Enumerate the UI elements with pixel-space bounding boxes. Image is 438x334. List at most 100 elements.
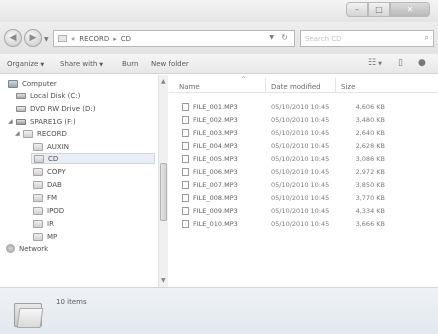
mp3-file-icon <box>182 155 189 163</box>
nav-item-ipod[interactable]: IPOD <box>33 205 64 216</box>
maximize-icon: □ <box>375 5 383 14</box>
file-date: 05/10/2010 10:45 <box>271 103 330 111</box>
file-row[interactable]: FILE_010.MP3 05/10/2010 10:45 3,666 KB <box>169 218 438 229</box>
forward-button[interactable]: ▶ <box>24 29 42 47</box>
preview-pane-icon: ▯ <box>398 58 403 68</box>
minimize-icon: – <box>355 5 359 14</box>
nav-item-label: MP <box>47 232 58 241</box>
help-button[interactable]: ● <box>418 58 426 68</box>
column-header-date[interactable]: Date modified <box>271 83 321 91</box>
nav-scrollbar[interactable]: ▲ ▼ <box>158 75 168 287</box>
nav-item-dab[interactable]: DAB <box>33 179 62 190</box>
address-dropdown-icon[interactable]: ▼ <box>269 34 274 41</box>
nav-item-label: AUXIN <box>47 142 70 151</box>
file-row[interactable]: FILE_001.MP3 05/10/2010 10:45 4,606 KB <box>169 101 438 112</box>
column-header-row: ^ Name Date modified Size <box>169 75 438 93</box>
chevron-down-icon: ▼ <box>44 36 49 43</box>
file-date: 05/10/2010 10:45 <box>271 220 330 228</box>
expand-caret-icon[interactable]: ◢ <box>8 118 13 125</box>
command-bar: Organize ▼ Share with ▼ Burn New folder ☷ ▼… <box>0 54 438 74</box>
file-size: 4,606 KB <box>355 103 385 111</box>
search-input[interactable]: Search CD ⌕ <box>300 30 434 47</box>
file-row[interactable]: FILE_006.MP3 05/10/2010 10:45 2,972 KB <box>169 166 438 177</box>
file-name: FILE_005.MP3 <box>193 155 238 163</box>
burn-button[interactable]: Burn <box>122 60 138 68</box>
title-bar: – □ ✕ <box>0 0 438 22</box>
recent-pages-dropdown[interactable]: ▼ <box>44 36 49 43</box>
nav-item-label: DAB <box>47 180 62 189</box>
scroll-up-icon[interactable]: ▲ <box>161 78 166 85</box>
nav-item-computer[interactable]: Computer <box>8 78 57 89</box>
nav-item-fm[interactable]: FM <box>33 192 57 203</box>
breadcrumb-record[interactable]: RECORD <box>79 35 109 43</box>
file-size: 3,666 KB <box>355 220 385 228</box>
file-row[interactable]: FILE_002.MP3 05/10/2010 10:45 3,480 KB <box>169 114 438 125</box>
organize-button[interactable]: Organize ▼ <box>7 60 44 68</box>
file-row[interactable]: FILE_008.MP3 05/10/2010 10:45 3,770 KB <box>169 192 438 203</box>
file-date: 05/10/2010 10:45 <box>271 168 330 176</box>
nav-item-network[interactable]: Network <box>6 243 48 254</box>
view-options-button[interactable]: ☷ ▼ <box>368 58 382 68</box>
forward-arrow-icon: ▶ <box>29 33 37 43</box>
nav-item-label: RECORD <box>37 129 67 138</box>
details-pane: 10 items <box>0 287 438 334</box>
column-divider[interactable] <box>265 78 266 92</box>
file-size: 3,480 KB <box>355 116 385 124</box>
nav-item-label: Computer <box>22 79 57 88</box>
nav-item-label: IPOD <box>47 206 65 215</box>
nav-item-auxin[interactable]: AUXIN <box>33 141 69 152</box>
file-row[interactable]: FILE_009.MP3 05/10/2010 10:45 4,334 KB <box>169 205 438 216</box>
search-icon[interactable]: ⌕ <box>425 33 429 43</box>
file-size: 3,086 KB <box>355 155 385 163</box>
file-row[interactable]: FILE_003.MP3 05/10/2010 10:45 2,640 KB <box>169 127 438 138</box>
column-divider[interactable] <box>335 78 336 92</box>
file-row[interactable]: FILE_007.MP3 05/10/2010 10:45 3,850 KB <box>169 179 438 190</box>
nav-item-cd[interactable]: CD <box>31 153 155 164</box>
column-header-size[interactable]: Size <box>341 83 355 91</box>
nav-item-dvd-drive[interactable]: DVD RW Drive (D:) <box>16 103 96 114</box>
minimize-button[interactable]: – <box>346 2 368 17</box>
scroll-down-icon[interactable]: ▼ <box>161 277 166 284</box>
close-button[interactable]: ✕ <box>390 2 430 17</box>
nav-item-label: Network <box>19 244 49 253</box>
file-date: 05/10/2010 10:45 <box>271 207 330 215</box>
folder-icon <box>33 206 43 215</box>
refresh-icon[interactable]: ↻ <box>281 33 288 42</box>
nav-item-ir[interactable]: IR <box>33 218 54 229</box>
folder-icon <box>33 232 43 241</box>
breadcrumb-separator-icon[interactable]: ▸ <box>113 35 117 43</box>
nav-item-record[interactable]: RECORD <box>23 128 67 139</box>
nav-item-local-disk[interactable]: Local Disk (C:) <box>16 90 80 101</box>
preview-pane-button[interactable]: ▯ <box>398 58 403 68</box>
folder-icon <box>33 193 43 202</box>
file-date: 05/10/2010 10:45 <box>271 155 330 163</box>
folder-icon <box>58 35 67 42</box>
file-date: 05/10/2010 10:45 <box>271 181 330 189</box>
nav-item-copy[interactable]: COPY <box>33 166 66 177</box>
expand-caret-icon[interactable]: ◢ <box>15 130 20 137</box>
address-bar[interactable]: « RECORD ▸ CD ▼ ↻ <box>53 30 295 47</box>
folder-icon <box>33 180 43 189</box>
mp3-file-icon <box>182 116 189 124</box>
new-folder-button[interactable]: New folder <box>151 60 189 68</box>
file-row[interactable]: FILE_005.MP3 05/10/2010 10:45 3,086 KB <box>169 153 438 164</box>
file-size: 4,334 KB <box>355 207 385 215</box>
breadcrumb-cd[interactable]: CD <box>121 35 131 43</box>
file-size: 2,972 KB <box>355 168 385 176</box>
folder-icon <box>14 300 44 330</box>
share-with-button[interactable]: Share with ▼ <box>60 60 103 68</box>
folder-icon <box>33 167 43 176</box>
file-name: FILE_008.MP3 <box>193 194 238 202</box>
breadcrumb-root[interactable]: « <box>71 35 75 43</box>
navigation-pane: Computer Local Disk (C:) DVD RW Drive (D… <box>0 75 158 287</box>
column-header-name[interactable]: Name <box>179 83 200 91</box>
nav-item-spare1g[interactable]: SPARE1G (F:) <box>16 116 76 127</box>
back-button[interactable]: ◀ <box>4 29 22 47</box>
chevron-down-icon: ▼ <box>99 62 104 68</box>
nav-item-label: COPY <box>47 167 66 176</box>
file-row[interactable]: FILE_004.MP3 05/10/2010 10:45 2,628 KB <box>169 140 438 151</box>
scroll-thumb[interactable] <box>160 163 167 221</box>
nav-item-mp[interactable]: MP <box>33 231 57 242</box>
maximize-button[interactable]: □ <box>368 2 390 17</box>
file-date: 05/10/2010 10:45 <box>271 194 330 202</box>
